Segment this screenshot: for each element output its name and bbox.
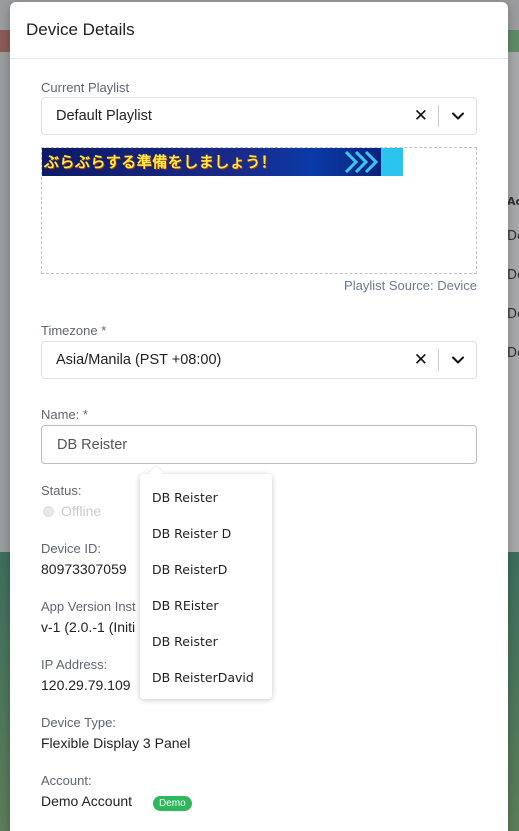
autocomplete-item[interactable]: DB Reister (152, 634, 218, 649)
current-playlist-label: Current Playlist (41, 80, 130, 95)
name-label: Name: * (41, 407, 88, 422)
timezone-label: Timezone * (41, 323, 107, 338)
device-id-value: 80973307059 (41, 561, 127, 577)
account-badge: Demo (153, 796, 192, 811)
status-indicator (43, 506, 54, 517)
close-icon[interactable]: ✕ (414, 107, 428, 125)
autocomplete-item[interactable]: DB ReisterD (152, 562, 227, 577)
background-image-right (507, 552, 519, 831)
account-value: Demo Account (41, 793, 133, 809)
name-autocomplete-dropdown: DB Reister DB Reister D DB ReisterD DB R… (140, 474, 272, 699)
banner-decoration (344, 150, 379, 174)
playlist-preview: ぶらぶらする準備をしましょう！ (41, 147, 477, 274)
device-id-label: Device ID: (41, 541, 101, 556)
app-version-label: App Version Inst (41, 599, 136, 614)
account-label: Account: (41, 773, 92, 788)
current-playlist-select[interactable]: Default Playlist ✕ (41, 97, 477, 135)
timezone-select[interactable]: Asia/Manila (PST +08:00) ✕ (41, 341, 477, 379)
ip-address-value: 120.29.79.109 (41, 677, 131, 693)
autocomplete-item[interactable]: DB Reister (152, 490, 218, 505)
name-input[interactable] (41, 425, 477, 464)
timezone-value: Asia/Manila (PST +08:00) (56, 352, 222, 368)
autocomplete-item[interactable]: DB Reister D (152, 526, 231, 541)
background-table-column (507, 52, 519, 552)
ip-address-label: IP Address: (41, 657, 108, 672)
background-column-header: Acc (507, 195, 519, 208)
select-separator (438, 349, 439, 371)
playlist-banner-image: ぶらぶらする準備をしましょう！ (42, 148, 403, 176)
modal-header: Device Details (10, 2, 508, 59)
select-separator (438, 105, 439, 127)
background-cell: Dem (507, 307, 519, 322)
banner-text: ぶらぶらする準備をしましょう！ (44, 153, 277, 171)
modal-title: Device Details (26, 20, 135, 39)
device-details-modal: Device Details Current Playlist Default … (10, 2, 508, 831)
device-type-value: Flexible Display 3 Panel (41, 735, 191, 751)
background-header-right (507, 30, 519, 52)
chevron-down-icon[interactable] (451, 109, 465, 123)
background-cell: Dem (507, 268, 519, 283)
current-playlist-value: Default Playlist (56, 108, 152, 124)
status-value: Offline (61, 503, 102, 519)
background-cell: Dem (507, 229, 519, 244)
status-label: Status: (41, 483, 82, 498)
device-type-label: Device Type: (41, 715, 116, 730)
playlist-source: Playlist Source: Device (344, 278, 477, 293)
autocomplete-item[interactable]: DB ReisterDavid (152, 670, 254, 685)
chevron-down-icon[interactable] (451, 353, 465, 367)
banner-edge (381, 148, 403, 176)
close-icon[interactable]: ✕ (414, 351, 428, 369)
app-version-value: v-1 (2.0.-1 (Initi (41, 619, 136, 635)
autocomplete-item[interactable]: DB REister (152, 598, 218, 613)
background-cell: Dem (507, 346, 519, 361)
